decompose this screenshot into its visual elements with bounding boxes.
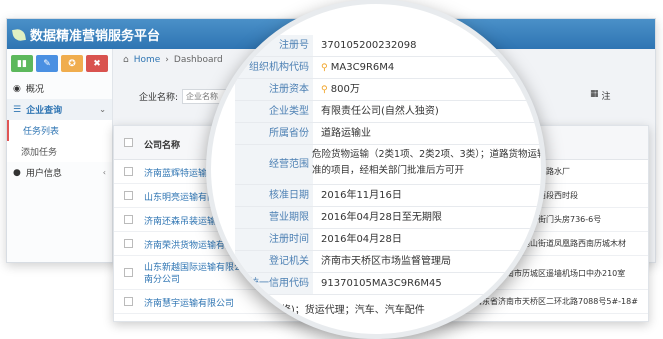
- list-icon: ☰: [13, 104, 22, 115]
- detail-label: 注册时间: [235, 229, 313, 251]
- company-name-label: 企业名称:: [139, 93, 179, 103]
- detail-label: 登记机关: [235, 251, 313, 273]
- detail-label: 经营范围: [235, 145, 313, 185]
- row-checkbox[interactable]: [124, 191, 133, 200]
- business-scope-value: 危险货物运输（2类1项、2类2项、3类）；道路货物运输。（依法须经批准的项目，经…: [312, 149, 546, 176]
- company-detail-panel: 注册号 370105200232098 组织机构代码 ⚲ MA3C9R6M4 注…: [211, 5, 546, 334]
- row-checkbox[interactable]: [124, 167, 133, 176]
- screen: 数据精准营销服务平台 ▮▮ ✎ ✪ ✖ ◉ 概况 ☰ 企业查询 ⌄ 任务列表 添…: [0, 0, 663, 339]
- detail-value: 370105200232098: [321, 40, 417, 51]
- sidebar-item-overview[interactable]: ◉ 概况: [7, 78, 112, 99]
- detail-row: 注册资本 ⚲ 800万: [235, 79, 541, 101]
- detail-row: 组织机构代码 ⚲ MA3C9R6M4: [235, 57, 541, 79]
- select-all-checkbox[interactable]: [124, 138, 133, 147]
- sidebar-item-label: 概况: [25, 85, 44, 95]
- calendar-icon: ▦: [590, 89, 599, 99]
- settings-icon[interactable]: ✖: [86, 55, 108, 72]
- detail-value: 2016年04月28日: [321, 234, 402, 245]
- detail-row: 统一信用代码 91370105MA3C9R6M45: [235, 273, 541, 295]
- users-icon[interactable]: ✪: [61, 55, 83, 72]
- detail-label: 营业期限: [235, 207, 313, 229]
- detail-label: 组织机构代码: [235, 57, 313, 79]
- sidebar-item-label: 企业查询: [26, 106, 63, 116]
- sidebar: ▮▮ ✎ ✪ ✖ ◉ 概况 ☰ 企业查询 ⌄ 任务列表 添加任务 ● 用户信息 …: [7, 49, 113, 262]
- sidebar-item-user-info[interactable]: ● 用户信息 ‹: [7, 162, 112, 183]
- detail-row: 企业类型 有限责任公司(自然人独资): [235, 101, 541, 123]
- detail-value: 济南市天桥区市场监督管理局: [321, 256, 451, 267]
- date-filter[interactable]: ▦ 注: [590, 89, 611, 102]
- detail-row: 核准日期 2016年11月16日: [235, 185, 541, 207]
- sidebar-item-company-query[interactable]: ☰ 企业查询 ⌄: [7, 99, 112, 120]
- app-title: 数据精准营销服务平台: [30, 29, 161, 44]
- sidebar-item-label: 任务列表: [23, 127, 60, 137]
- detail-value: ⚲ 800万: [321, 84, 360, 95]
- leaf-logo-icon: [12, 27, 26, 42]
- detail-label: 统一信用代码: [235, 273, 313, 295]
- quick-buttons: ▮▮ ✎ ✪ ✖: [7, 49, 112, 78]
- detail-value: 2016年04月28日至无期限: [321, 212, 442, 223]
- detail-label: 企业类型: [235, 101, 313, 123]
- row-checkbox[interactable]: [124, 268, 133, 277]
- detail-row: 登记机关 济南市天桥区市场监督管理局: [235, 251, 541, 273]
- chevron-left-icon: ‹: [102, 168, 106, 177]
- home-icon: ⌂: [123, 55, 129, 65]
- date-label: 注: [601, 92, 611, 102]
- detail-row: 所属省份 道路运输业: [235, 123, 541, 145]
- user-icon: ●: [13, 167, 21, 178]
- breadcrumb-home-link[interactable]: Home: [134, 55, 161, 65]
- edit-icon[interactable]: ✎: [36, 55, 58, 72]
- sidebar-item-task-list[interactable]: 任务列表: [7, 120, 112, 141]
- row-checkbox[interactable]: [124, 215, 133, 224]
- breadcrumb-separator-icon: ›: [165, 55, 169, 65]
- bar-chart-icon[interactable]: ▮▮: [11, 55, 33, 72]
- row-checkbox[interactable]: [124, 297, 133, 306]
- detail-row: 注册号 370105200232098: [235, 35, 541, 57]
- magnifier-lens: 注册号 370105200232098 组织机构代码 ⚲ MA3C9R6M4 注…: [206, 0, 546, 339]
- detail-label: 注册号: [235, 35, 313, 57]
- sidebar-item-label: 用户信息: [25, 169, 62, 179]
- chevron-down-icon: ⌄: [99, 105, 106, 114]
- app-brand: 数据精准营销服务平台: [12, 25, 161, 44]
- detail-value: 有限责任公司(自然人独资): [321, 106, 439, 117]
- dashboard-icon: ◉: [13, 83, 21, 94]
- sidebar-item-add-task[interactable]: 添加任务: [7, 141, 112, 162]
- detail-value: ⚲ MA3C9R6M4: [321, 62, 395, 73]
- location-pin-icon: ⚲: [321, 63, 328, 73]
- business-scope-continued: 车(不含维修)；货运代理；汽车、汽车配件: [237, 305, 425, 316]
- detail-row: 注册时间 2016年04月28日: [235, 229, 541, 251]
- sidebar-item-label: 添加任务: [21, 148, 58, 158]
- detail-label: 所属省份: [235, 123, 313, 145]
- detail-label: 核准日期: [235, 185, 313, 207]
- detail-value: 91370105MA3C9R6M45: [321, 278, 442, 289]
- row-checkbox[interactable]: [124, 239, 133, 248]
- breadcrumb: ⌂ Home › Dashboard: [123, 55, 223, 65]
- detail-label: 注册资本: [235, 79, 313, 101]
- detail-row: 营业期限 2016年04月28日至无期限: [235, 207, 541, 229]
- detail-value: 道路运输业: [321, 128, 371, 139]
- column-header-company: 公司名称: [144, 141, 181, 151]
- location-pin-icon: ⚲: [321, 85, 328, 95]
- detail-value: 2016年11月16日: [321, 190, 402, 201]
